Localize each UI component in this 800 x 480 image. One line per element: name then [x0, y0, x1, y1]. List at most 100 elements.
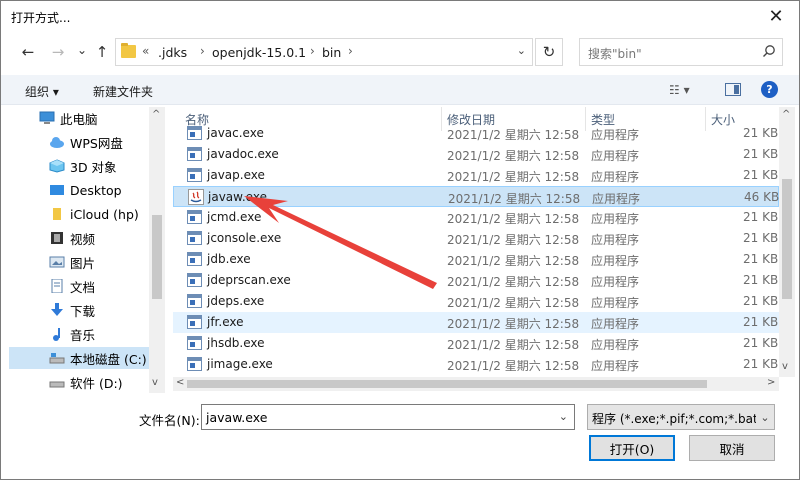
search-icon[interactable]: [762, 44, 776, 58]
search-input[interactable]: 搜索"bin": [579, 38, 783, 66]
horizontal-scroll-thumb[interactable]: [187, 380, 707, 388]
breadcrumb-jdks[interactable]: .jdks: [158, 45, 187, 60]
breadcrumb-openjdk[interactable]: openjdk-15.0.1: [212, 45, 306, 60]
file-row[interactable]: jdeprscan.exe 2021/1/2 星期六 12:58 应用程序 21 KB: [173, 270, 779, 291]
file-size: 46 KB: [744, 190, 779, 204]
new-folder-button[interactable]: 新建文件夹: [93, 83, 153, 100]
sidebar-scroll-thumb[interactable]: [152, 215, 162, 299]
music-icon: [53, 328, 60, 341]
cancel-button[interactable]: 取消: [689, 435, 775, 461]
address-bar[interactable]: « .jdks › openjdk-15.0.1 › bin › ⌄: [115, 38, 533, 66]
sidebar-item-label: 视频: [70, 231, 96, 247]
exe-icon: [187, 252, 202, 266]
back-button[interactable]: ←: [17, 41, 39, 63]
file-date: 2021/1/2 星期六 12:58: [447, 275, 580, 289]
address-dropdown[interactable]: ⌄: [517, 44, 526, 57]
file-row[interactable]: jfr.exe 2021/1/2 星期六 12:58 应用程序 21 KB: [173, 312, 779, 333]
file-date: 2021/1/2 星期六 12:58: [447, 338, 580, 352]
breadcrumb-overflow[interactable]: «: [142, 44, 149, 58]
exe-icon: [187, 231, 202, 245]
file-size: 21 KB: [743, 315, 779, 329]
exe-icon: [187, 210, 202, 224]
breadcrumb-separator[interactable]: ›: [348, 44, 353, 58]
sidebar-item-wps-cloud[interactable]: WPS网盘: [49, 131, 165, 153]
file-name: jfr.exe: [207, 315, 244, 329]
organize-menu[interactable]: 组织 ▾: [25, 83, 59, 100]
breadcrumb-bin[interactable]: bin: [322, 45, 341, 60]
scroll-down-icon[interactable]: v: [152, 377, 158, 388]
scroll-up-icon[interactable]: ^: [782, 109, 790, 120]
open-button[interactable]: 打开(O): [589, 435, 675, 461]
file-name: javaw.exe: [208, 190, 267, 204]
file-row[interactable]: jconsole.exe 2021/1/2 星期六 12:58 应用程序 21 KB: [173, 228, 779, 249]
sidebar-item-label: 文档: [70, 279, 96, 295]
file-row[interactable]: jcmd.exe 2021/1/2 星期六 12:58 应用程序 21 KB: [173, 207, 779, 228]
help-icon[interactable]: ?: [761, 81, 778, 98]
sidebar-item-label: 软件 (D:): [70, 375, 123, 391]
file-type: 应用程序: [591, 317, 640, 331]
file-name: javac.exe: [207, 126, 264, 140]
exe-icon: [187, 357, 202, 371]
scroll-down-icon[interactable]: v: [782, 361, 788, 372]
file-date: 2021/1/2 星期六 12:58: [447, 233, 580, 247]
forward-button[interactable]: →: [47, 41, 69, 63]
file-list: 名称 ^ 修改日期 类型 大小 javac.exe 2021/1/2 星期六 12…: [173, 107, 779, 377]
download-icon: [51, 303, 63, 316]
file-row[interactable]: jhsdb.exe 2021/1/2 星期六 12:58 应用程序 21 KB: [173, 333, 779, 354]
file-size: 21 KB: [743, 273, 779, 287]
file-list-scroll-thumb[interactable]: [782, 179, 792, 299]
file-list-scrollbar[interactable]: ^ v: [779, 107, 795, 377]
sidebar-item-icloud[interactable]: iCloud (hp): [49, 203, 165, 225]
file-row[interactable]: javadoc.exe 2021/1/2 星期六 12:58 应用程序 21 KB: [173, 144, 779, 165]
preview-pane-icon[interactable]: [725, 83, 741, 96]
sidebar-item-music[interactable]: 音乐: [49, 323, 165, 345]
recent-locations-dropdown[interactable]: ⌄: [71, 39, 93, 61]
sidebar-item-3d-objects[interactable]: 3D 对象: [49, 155, 165, 177]
sidebar-item-this-pc[interactable]: 此电脑: [39, 107, 165, 129]
scroll-right-icon[interactable]: >: [767, 377, 775, 388]
file-size: 21 KB: [743, 231, 779, 245]
scroll-up-icon[interactable]: ^: [152, 109, 160, 120]
sidebar-item-downloads[interactable]: 下载: [49, 299, 165, 321]
file-date: 2021/1/2 星期六 12:58: [447, 149, 580, 163]
sidebar-item-pictures[interactable]: 图片: [49, 251, 165, 273]
sidebar-item-videos[interactable]: 视频: [49, 227, 165, 249]
breadcrumb-separator[interactable]: ›: [310, 44, 315, 58]
up-button[interactable]: ↑: [91, 41, 113, 63]
filename-value: javaw.exe: [206, 410, 268, 425]
filename-field[interactable]: javaw.exe ⌄: [201, 404, 575, 430]
chevron-down-icon[interactable]: ⌄: [756, 405, 774, 429]
file-row[interactable]: javac.exe 2021/1/2 星期六 12:58 应用程序 21 KB: [173, 123, 779, 144]
file-row[interactable]: jimage.exe 2021/1/2 星期六 12:58 应用程序 21 KB: [173, 354, 779, 375]
folder-icon: [53, 208, 61, 220]
sidebar-item-label: iCloud (hp): [70, 206, 139, 222]
scroll-left-icon[interactable]: <: [176, 377, 184, 388]
file-type: 应用程序: [591, 233, 640, 247]
file-date: 2021/1/2 星期六 12:58: [448, 192, 581, 206]
file-type-select[interactable]: 程序 (*.exe;*.pif;*.com;*.bat;*.cmd) ⌄: [587, 404, 775, 430]
sidebar-scrollbar[interactable]: ^ v: [149, 107, 165, 393]
file-row[interactable]: javaw.exe 2021/1/2 星期六 12:58 应用程序 46 KB: [173, 186, 779, 207]
view-options-icon[interactable]: ☷ ▾: [669, 83, 690, 97]
file-row[interactable]: jdb.exe 2021/1/2 星期六 12:58 应用程序 21 KB: [173, 249, 779, 270]
sidebar-item-drive-c[interactable]: 本地磁盘 (C:): [9, 347, 149, 369]
sidebar-item-documents[interactable]: 文档: [49, 275, 165, 297]
file-type: 应用程序: [591, 338, 640, 352]
horizontal-scrollbar[interactable]: < >: [173, 377, 779, 391]
breadcrumb-separator[interactable]: ›: [200, 44, 205, 58]
chevron-down-icon[interactable]: ⌄: [559, 410, 568, 423]
file-date: 2021/1/2 星期六 12:58: [447, 317, 580, 331]
file-name: javap.exe: [207, 168, 265, 182]
sidebar-item-label: 音乐: [70, 327, 96, 343]
file-row[interactable]: javap.exe 2021/1/2 星期六 12:58 应用程序 21 KB: [173, 165, 779, 186]
file-name: jdeprscan.exe: [207, 273, 291, 287]
file-date: 2021/1/2 星期六 12:58: [447, 359, 580, 373]
exe-icon: [187, 147, 202, 161]
sidebar-item-desktop[interactable]: Desktop: [49, 179, 165, 201]
file-row[interactable]: jdeps.exe 2021/1/2 星期六 12:58 应用程序 21 KB: [173, 291, 779, 312]
file-date: 2021/1/2 星期六 12:58: [447, 296, 580, 310]
close-button[interactable]: ✕: [753, 1, 799, 31]
refresh-button[interactable]: ↻: [535, 38, 563, 66]
file-name: jdb.exe: [207, 252, 251, 266]
sidebar-item-drive-d[interactable]: 软件 (D:): [49, 371, 165, 393]
